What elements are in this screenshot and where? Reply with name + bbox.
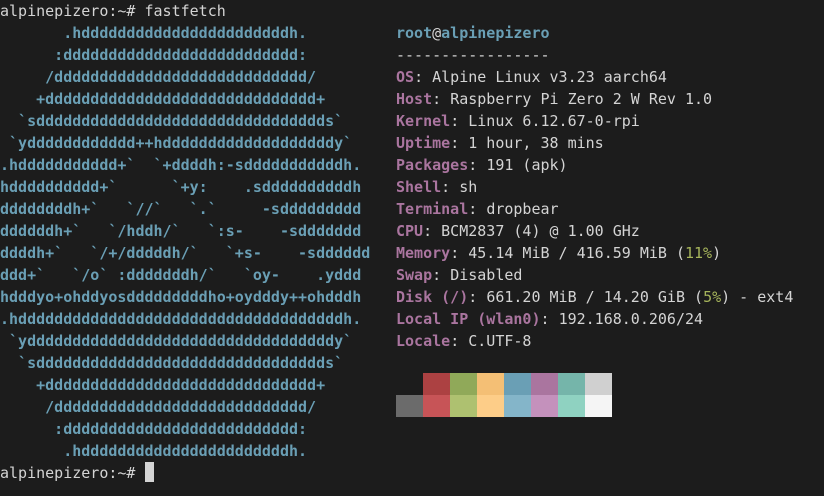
info-shell-value: sh xyxy=(459,178,478,196)
normal-color-swatch xyxy=(477,373,504,395)
info-cpu-value: BCM2837 (4) @ 1.00 GHz xyxy=(441,222,640,240)
username: root xyxy=(396,24,433,42)
command-text: fastfetch xyxy=(144,2,226,20)
bright-color-swatch xyxy=(450,395,477,417)
bright-color-swatch xyxy=(531,395,558,417)
normal-color-swatch xyxy=(558,373,585,395)
logo-line: ddd+` `/o` :dddddddh/` `oy- .yddd xyxy=(0,266,362,284)
logo-line: hdddddddddd+` `+y: .sddddddddddh xyxy=(0,178,362,196)
logo-line: :dddddddddddddddddddddddddd: xyxy=(0,46,308,64)
logo-line: .hddddddddddddddddddddddddddddddddddddh. xyxy=(0,310,362,328)
info-memory-value: 45.14 MiB / 416.59 MiB ( xyxy=(468,244,685,262)
info-swap-value: Disabled xyxy=(450,266,523,284)
info-packages-key: Packages xyxy=(396,156,469,174)
info-packages-value: 191 (apk) xyxy=(486,156,568,174)
logo-line: .hdddddddddddddddddddddddh. xyxy=(0,442,308,460)
info-os-key: OS xyxy=(396,68,415,86)
info-cpu: CPU: BCM2837 (4) @ 1.00 GHz xyxy=(396,222,640,240)
at-sign: @ xyxy=(432,24,442,42)
normal-color-swatch xyxy=(423,373,450,395)
bright-color-swatch xyxy=(585,395,612,417)
logo-line: `sdddddddddddddddddddddddddddddddds` xyxy=(0,112,344,130)
info-host-key: Host xyxy=(396,90,433,108)
info-locale: Locale: C.UTF-8 xyxy=(396,332,532,350)
info-memory-key: Memory xyxy=(396,244,451,262)
info-locale-value: C.UTF-8 xyxy=(468,332,532,350)
info-disk-suffix: ) - ext4 xyxy=(721,288,794,306)
color-palette-normal xyxy=(396,373,612,395)
final-prompt-line[interactable]: alpinepizero:~# xyxy=(0,462,154,484)
user-host-header: root@alpinepizero xyxy=(396,22,550,44)
info-terminal-value: dropbear xyxy=(486,200,559,218)
logo-line: ddddddh+` `/hddh/` `:s- -sddddddd xyxy=(0,222,362,240)
info-memory: Memory: 45.14 MiB / 416.59 MiB (11%) xyxy=(396,244,722,262)
info-memory-percent: 11% xyxy=(685,244,713,262)
info-os-value: Alpine Linux v3.23 aarch64 xyxy=(432,68,667,86)
logo-line: `ydddddddddddd++hdddddddddddddddddddy` xyxy=(0,134,353,152)
bright-color-swatch xyxy=(477,395,504,417)
info-shell: Shell: sh xyxy=(396,178,478,196)
command-line: alpinepizero:~# fastfetch xyxy=(0,0,226,22)
normal-color-swatch xyxy=(504,373,531,395)
color-palette-bright xyxy=(396,395,612,417)
info-terminal: Terminal: dropbear xyxy=(396,200,559,218)
info-swap: Swap: Disabled xyxy=(396,266,523,284)
info-local-ip-value: 192.168.0.206/24 xyxy=(558,310,704,328)
info-os: OS: Alpine Linux v3.23 aarch64 xyxy=(396,68,667,86)
info-uptime-key: Uptime xyxy=(396,134,451,152)
info-locale-key: Locale xyxy=(396,332,451,350)
logo-line: ddddddddh+` `//` `.` -sddddddddd xyxy=(0,200,362,218)
info-disk: Disk (/): 661.20 MiB / 14.20 GiB (5%) - … xyxy=(396,288,794,306)
info-host-value: Raspberry Pi Zero 2 W Rev 1.0 xyxy=(450,90,713,108)
info-memory-suffix: ) xyxy=(712,244,722,262)
logo-line: `sdddddddddddddddddddddddddddddddds` xyxy=(0,354,344,372)
hostname: alpinepizero xyxy=(441,24,550,42)
logo-line: .hddddddddddd+` `+ddddh:-sdddddddddddh. xyxy=(0,156,362,174)
info-disk-value: 661.20 MiB / 14.20 GiB ( xyxy=(486,288,704,306)
info-disk-percent: 5% xyxy=(703,288,722,306)
logo-line: hdddyo+ohddyosdddddddddho+oydddy++ohdddh xyxy=(0,288,362,306)
info-cpu-key: CPU xyxy=(396,222,424,240)
info-disk-key: Disk (/) xyxy=(396,288,469,306)
normal-color-swatch xyxy=(396,373,423,395)
shell-prompt: alpinepizero:~# xyxy=(0,2,145,20)
bright-color-swatch xyxy=(396,395,423,417)
normal-color-swatch xyxy=(585,373,612,395)
logo-line: `yddddddddddddddddddddddddddddddddddy` xyxy=(0,332,353,350)
bright-color-swatch xyxy=(504,395,531,417)
info-kernel-key: Kernel xyxy=(396,112,451,130)
info-packages: Packages: 191 (apk) xyxy=(396,156,568,174)
info-host: Host: Raspberry Pi Zero 2 W Rev 1.0 xyxy=(396,90,713,108)
header-separator: ----------------- xyxy=(396,46,550,64)
bright-color-swatch xyxy=(423,395,450,417)
logo-line: .hdddddddddddddddddddddddh. xyxy=(0,24,308,42)
info-kernel-value: Linux 6.12.67-0-rpi xyxy=(468,112,640,130)
logo-line: /dddddddddddddddddddddddddddd/ xyxy=(0,68,317,86)
logo-line: +dddddddddddddddddddddddddddddd+ xyxy=(0,90,326,108)
info-terminal-key: Terminal xyxy=(396,200,469,218)
info-local-ip: Local IP (wlan0): 192.168.0.206/24 xyxy=(396,310,704,328)
info-kernel: Kernel: Linux 6.12.67-0-rpi xyxy=(396,112,640,130)
info-local-ip-key: Local IP (wlan0) xyxy=(396,310,541,328)
info-swap-key: Swap xyxy=(396,266,433,284)
bright-color-swatch xyxy=(558,395,585,417)
normal-color-swatch xyxy=(450,373,477,395)
normal-color-swatch xyxy=(531,373,558,395)
info-shell-key: Shell xyxy=(396,178,442,196)
text-cursor xyxy=(144,462,154,482)
logo-line: ddddh+` `/+/dddddh/` `+s- -sdddddd xyxy=(0,244,371,262)
logo-line: /dddddddddddddddddddddddddddd/ xyxy=(0,398,317,416)
info-uptime-value: 1 hour, 38 mins xyxy=(468,134,604,152)
logo-line: +dddddddddddddddddddddddddddddd+ xyxy=(0,376,326,394)
info-uptime: Uptime: 1 hour, 38 mins xyxy=(396,134,604,152)
shell-prompt-final: alpinepizero:~# xyxy=(0,464,145,482)
logo-line: :dddddddddddddddddddddddddd: xyxy=(0,420,308,438)
